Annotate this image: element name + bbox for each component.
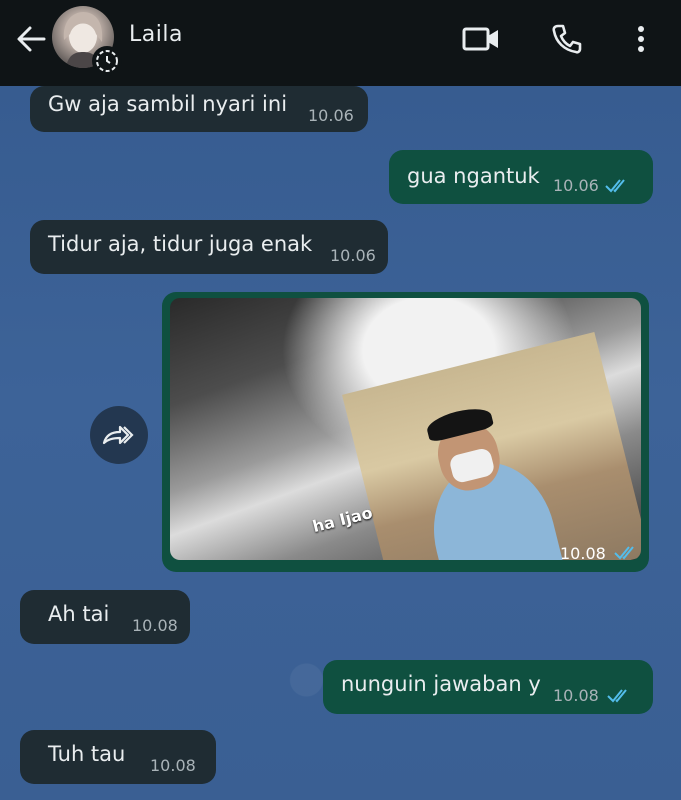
message-time: 10.08	[553, 686, 599, 705]
message-incoming[interactable]: Gw aja sambil nyari ini 10.06	[30, 86, 368, 132]
message-time: 10.06	[330, 246, 376, 265]
more-options-button[interactable]	[620, 18, 662, 60]
message-incoming[interactable]: Ah tai 10.08	[20, 590, 190, 644]
contact-name[interactable]: Laila	[129, 22, 183, 47]
message-text: nunguin jawaban y	[341, 672, 541, 696]
message-time: 10.06	[553, 176, 599, 195]
message-time: 10.08	[132, 616, 178, 635]
message-incoming[interactable]: Tuh tau 10.08	[20, 730, 216, 784]
message-text: Gw aja sambil nyari ini	[48, 92, 288, 116]
message-outgoing[interactable]: gua ngantuk 10.06	[389, 150, 653, 204]
image-message-outgoing[interactable]: ha Ijao 10.08	[162, 292, 649, 572]
message-text: Tuh tau	[48, 742, 126, 766]
image-overlay-text: ha Ijao	[310, 502, 375, 537]
status-ring	[92, 46, 122, 76]
read-ticks-icon	[605, 179, 625, 193]
image-attachment[interactable]: ha Ijao 10.08	[170, 298, 641, 560]
message-time: 10.08	[560, 544, 606, 560]
video-call-icon	[462, 27, 498, 51]
message-incoming[interactable]: Tidur aja, tidur juga enak 10.06	[30, 220, 388, 274]
clock-icon	[96, 50, 118, 72]
arrow-left-icon[interactable]	[14, 22, 48, 56]
video-call-button[interactable]	[460, 18, 502, 60]
message-time: 10.08	[150, 756, 196, 775]
chat-area[interactable]: Gw aja sambil nyari ini 10.06 gua ngantu…	[0, 0, 681, 800]
phone-icon	[552, 24, 582, 54]
read-ticks-icon	[614, 546, 634, 560]
message-time: 10.06	[308, 106, 354, 125]
embedded-photo	[342, 331, 641, 560]
chat-header: Laila	[0, 0, 681, 86]
kebab-menu-icon	[638, 26, 644, 52]
message-outgoing[interactable]: nunguin jawaban y 10.08	[323, 660, 653, 714]
forward-button[interactable]	[90, 406, 148, 464]
message-text: Ah tai	[48, 602, 110, 626]
message-text: gua ngantuk	[407, 164, 540, 188]
message-text: Tidur aja, tidur juga enak	[48, 232, 313, 256]
read-ticks-icon	[607, 689, 627, 703]
forward-icon	[102, 425, 134, 445]
voice-call-button[interactable]	[546, 18, 588, 60]
